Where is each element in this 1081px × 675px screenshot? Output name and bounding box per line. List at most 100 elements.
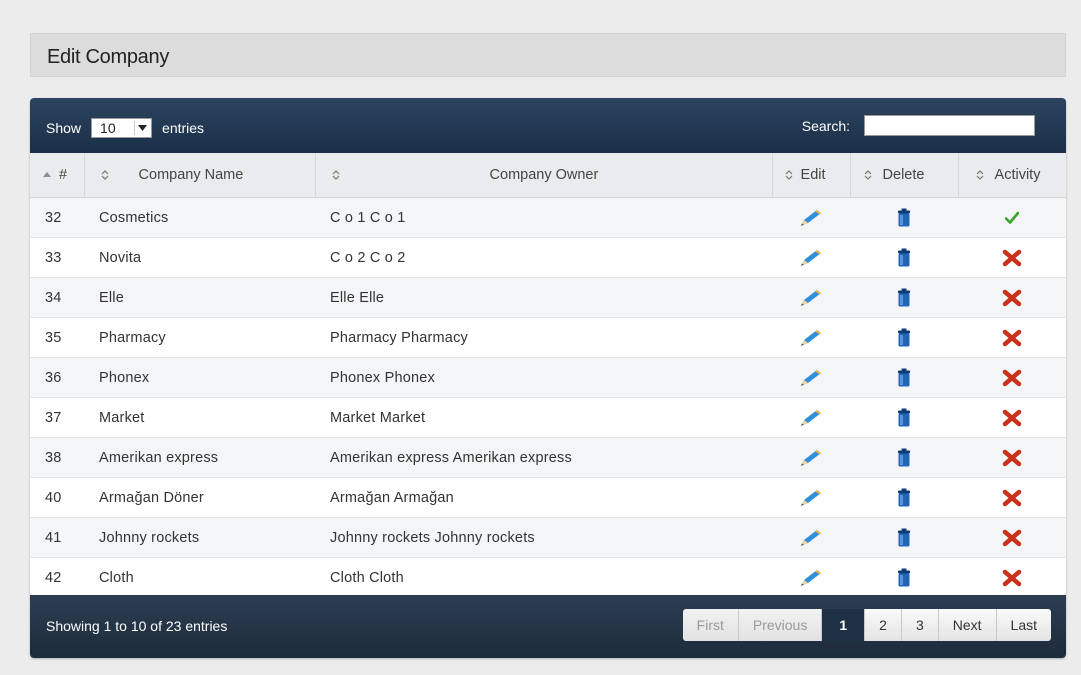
cell-id: 40 — [45, 490, 62, 506]
cell-edit — [772, 477, 850, 517]
column-header-label: Company Owner — [489, 166, 599, 183]
cross-icon[interactable] — [1002, 489, 1022, 507]
cell-company-owner: C o 2 C o 2 — [330, 250, 406, 266]
cell-activity — [958, 357, 1066, 397]
sort-ascending-icon — [42, 170, 52, 180]
pagination-first-button[interactable]: First — [682, 609, 739, 641]
cross-icon[interactable] — [1002, 249, 1022, 267]
pencil-icon[interactable] — [798, 370, 824, 386]
table-body: 32 Cosmetics C o 1 C o 1 33 Novita C o 2… — [30, 197, 1066, 597]
cell-id: 34 — [45, 290, 62, 306]
pencil-icon[interactable] — [798, 250, 824, 266]
pencil-icon[interactable] — [798, 570, 824, 586]
column-header-label: Activity — [994, 166, 1041, 183]
cell-company-name: Cloth — [99, 570, 134, 586]
pagination-page-1[interactable]: 1 — [822, 609, 866, 641]
sort-arrows-icon — [863, 169, 873, 181]
table-row: 40 Armağan Döner Armağan Armağan — [30, 477, 1066, 517]
cell-id: 42 — [45, 570, 62, 586]
column-header-activity[interactable]: Activity — [958, 153, 1066, 198]
cell-edit — [772, 437, 850, 477]
cell-activity — [958, 517, 1066, 557]
table-row: 32 Cosmetics C o 1 C o 1 — [30, 197, 1066, 237]
pencil-icon[interactable] — [798, 490, 824, 506]
cell-company-name: Cosmetics — [99, 210, 169, 226]
sort-arrows-icon — [975, 169, 985, 181]
trash-can-icon[interactable] — [897, 568, 911, 587]
cell-edit — [772, 557, 850, 597]
column-header-edit[interactable]: Edit — [772, 153, 851, 198]
check-icon[interactable] — [1005, 210, 1019, 226]
cross-icon[interactable] — [1002, 369, 1022, 387]
trash-can-icon[interactable] — [897, 368, 911, 387]
column-header-company-name[interactable]: Company Name — [84, 153, 316, 198]
cell-id: 36 — [45, 370, 62, 386]
cell-edit — [772, 517, 850, 557]
trash-can-icon[interactable] — [897, 288, 911, 307]
company-table: # Company Name Company Owner Edit Delete… — [30, 153, 1066, 598]
cell-edit — [772, 237, 850, 277]
cross-icon[interactable] — [1002, 329, 1022, 347]
column-header-company-owner[interactable]: Company Owner — [315, 153, 773, 198]
cross-icon[interactable] — [1002, 569, 1022, 587]
cell-delete — [850, 197, 958, 237]
cell-activity — [958, 317, 1066, 357]
cell-company-owner: Elle Elle — [330, 290, 385, 306]
page-length-control: Show 10 entries — [46, 118, 204, 138]
sort-arrows-icon — [100, 169, 110, 181]
cell-activity — [958, 277, 1066, 317]
trash-can-icon[interactable] — [897, 208, 911, 227]
pencil-icon[interactable] — [798, 410, 824, 426]
pagination-next-button[interactable]: Next — [938, 609, 997, 641]
cross-icon[interactable] — [1002, 289, 1022, 307]
cell-delete — [850, 277, 958, 317]
trash-can-icon[interactable] — [897, 448, 911, 467]
trash-can-icon[interactable] — [897, 408, 911, 427]
cell-delete — [850, 557, 958, 597]
trash-can-icon[interactable] — [897, 528, 911, 547]
cell-delete — [850, 357, 958, 397]
cell-id: 38 — [45, 450, 62, 466]
search-input[interactable] — [864, 115, 1035, 136]
cell-company-owner: Phonex Phonex — [330, 370, 435, 386]
table-row: 37 Market Market Market — [30, 397, 1066, 437]
cell-delete — [850, 517, 958, 557]
cell-activity — [958, 237, 1066, 277]
page-length-select[interactable]: 10 — [91, 118, 153, 138]
cell-company-name: Market — [99, 410, 145, 426]
column-header-id[interactable]: # — [30, 153, 85, 198]
pagination-previous-button[interactable]: Previous — [738, 609, 823, 641]
cross-icon[interactable] — [1002, 449, 1022, 467]
cell-edit — [772, 397, 850, 437]
trash-can-icon[interactable] — [897, 328, 911, 347]
column-header-label: Company Name — [138, 166, 244, 183]
table-row: 34 Elle Elle Elle — [30, 277, 1066, 317]
pencil-icon[interactable] — [798, 530, 824, 546]
page-length-value: 10 — [100, 120, 116, 136]
cross-icon[interactable] — [1002, 529, 1022, 547]
cell-company-name: Armağan Döner — [99, 490, 204, 506]
show-label: Show — [46, 120, 82, 136]
cell-company-owner: Cloth Cloth — [330, 570, 404, 586]
column-header-label: # — [59, 166, 68, 183]
pagination-page-3[interactable]: 3 — [901, 609, 939, 641]
pencil-icon[interactable] — [798, 450, 824, 466]
page-title: Edit Company — [30, 33, 1066, 77]
pencil-icon[interactable] — [798, 290, 824, 306]
pencil-icon[interactable] — [798, 330, 824, 346]
pencil-icon[interactable] — [798, 210, 824, 226]
column-header-delete[interactable]: Delete — [850, 153, 959, 198]
search-label: Search: — [801, 117, 850, 134]
cell-company-owner: Johnny rockets Johnny rockets — [330, 530, 535, 546]
cell-id: 33 — [45, 250, 62, 266]
cell-activity — [958, 557, 1066, 597]
table-row: 42 Cloth Cloth Cloth — [30, 557, 1066, 597]
cell-id: 37 — [45, 410, 62, 426]
trash-can-icon[interactable] — [897, 488, 911, 507]
pagination-last-button[interactable]: Last — [996, 609, 1051, 641]
cross-icon[interactable] — [1002, 409, 1022, 427]
trash-can-icon[interactable] — [897, 248, 911, 267]
cell-company-owner: Market Market — [330, 410, 426, 426]
pagination-page-2[interactable]: 2 — [865, 609, 902, 641]
cell-delete — [850, 317, 958, 357]
